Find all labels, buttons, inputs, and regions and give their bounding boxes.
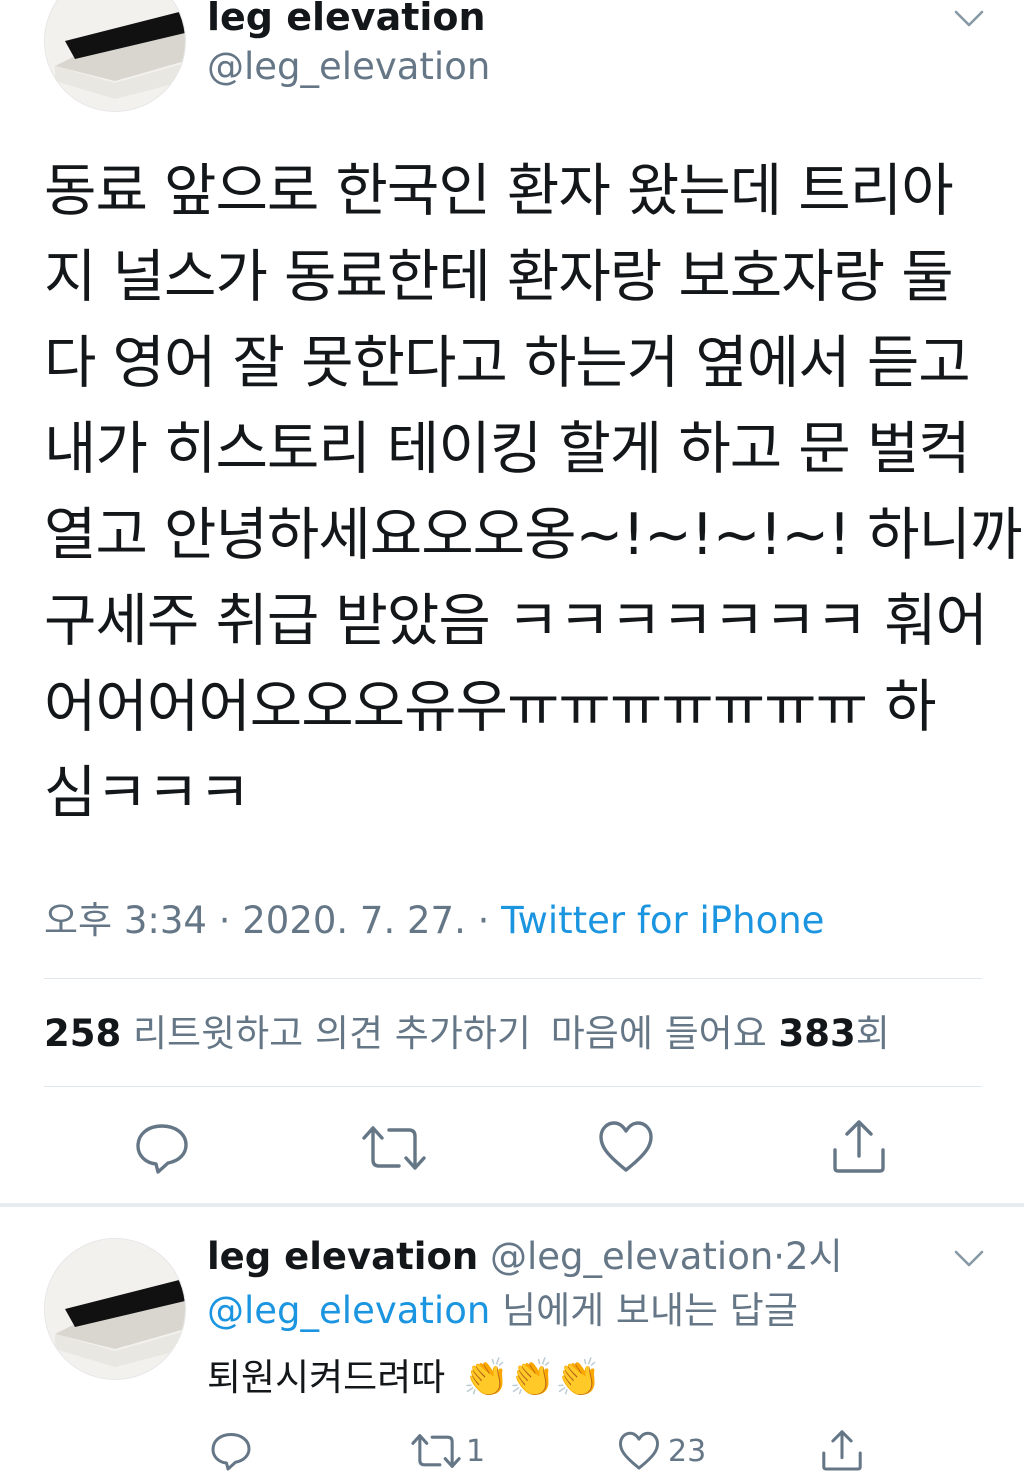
likes-suffix: 회 <box>855 1012 890 1055</box>
tweet-stats: 258 리트윗하고 의견 추가하기 마음에 들어요 383회 <box>44 1008 890 1060</box>
retweet-icon[interactable] <box>361 1122 427 1174</box>
tweet-date: 2020. 7. 27. <box>242 899 466 942</box>
replying-to-handle-link[interactable]: @leg_elevation <box>207 1289 490 1332</box>
chevron-down-icon[interactable] <box>953 1248 985 1270</box>
author-name[interactable]: leg elevation <box>207 0 486 42</box>
tweet-text-line: 다 영어 잘 못한다고 하는거 옆에서 듣고 <box>44 330 971 396</box>
tweet-source-link[interactable]: Twitter for iPhone <box>501 899 824 942</box>
retweet-icon[interactable] <box>410 1431 462 1471</box>
tweet-text-line: 열고 안녕하세요오오옹~!~!~!~! 하니까 <box>44 502 1022 568</box>
reply-author-avatar[interactable] <box>44 1238 186 1380</box>
chevron-down-icon[interactable] <box>953 8 985 30</box>
share-icon[interactable] <box>830 1118 888 1174</box>
meta-separator: · <box>218 899 231 942</box>
heart-icon[interactable] <box>598 1120 654 1174</box>
reply-icon[interactable] <box>134 1120 190 1176</box>
tweet-text-line: 어어어어오오오유우ㅠㅠㅠㅠㅠㅠㅠ 하 <box>44 674 937 740</box>
reply-icon[interactable] <box>210 1430 252 1472</box>
heart-icon[interactable] <box>618 1431 660 1471</box>
pillow-image <box>45 0 185 111</box>
reply-retweet-count: 1 <box>466 1433 486 1469</box>
likes-count[interactable]: 383 <box>779 1012 856 1055</box>
section-divider <box>0 1203 1024 1207</box>
pillow-image <box>45 1239 185 1379</box>
replying-to: @leg_elevation 님에게 보내는 답글 <box>207 1286 798 1336</box>
meta-separator: · <box>477 899 490 942</box>
tweet-text-line: 지 널스가 동료한테 환자랑 보호자랑 둘 <box>44 244 954 310</box>
tweet-text-line: 동료 앞으로 한국인 환자 왔는데 트리아 <box>44 158 954 224</box>
reply-author-name[interactable]: leg elevation <box>207 1235 478 1278</box>
tweet-time: 오후 3:34 <box>44 899 207 942</box>
retweet-count[interactable]: 258 <box>44 1012 121 1055</box>
reply-like-count: 23 <box>668 1433 707 1469</box>
tweet-text: 동료 앞으로 한국인 환자 왔는데 트리아 지 널스가 동료한테 환자랑 보호자… <box>44 148 1022 836</box>
tweet-text-line: 심ㅋㅋㅋ <box>44 760 251 826</box>
replying-to-suffix: 님에게 보내는 답글 <box>502 1289 798 1332</box>
divider <box>44 978 982 979</box>
reply-dot: · <box>773 1235 786 1278</box>
tweet-text-line: 내가 히스토리 테이킹 할게 하고 문 벌컥 <box>44 416 971 482</box>
tweet-meta: 오후 3:34 · 2020. 7. 27. · Twitter for iPh… <box>44 895 824 947</box>
likes-label[interactable]: 마음에 들어요 <box>551 1012 767 1055</box>
reply-header: leg elevation @leg_elevation·2시 <box>207 1232 843 1282</box>
reply-text-body: 퇴원시켜드려따 <box>207 1356 446 1399</box>
reply-author-handle[interactable]: @leg_elevation <box>490 1235 773 1278</box>
retweet-label[interactable]: 리트윗하고 의견 추가하기 <box>133 1012 531 1055</box>
reply-text: 퇴원시켜드려따 👏👏👏 <box>207 1352 601 1404</box>
reply-time[interactable]: 2시 <box>785 1235 843 1278</box>
divider <box>44 1086 982 1087</box>
tweet-text-line: 구세주 취급 받았음 ㅋㅋㅋㅋㅋㅋㅋ 훠어 <box>44 588 988 654</box>
author-handle[interactable]: @leg_elevation <box>207 42 490 92</box>
reply-retweet-action[interactable]: 1 <box>410 1430 485 1472</box>
reply-like-action[interactable]: 23 <box>618 1430 706 1472</box>
clapping-hands-emoji: 👏👏👏 <box>463 1356 602 1399</box>
share-icon[interactable] <box>820 1428 864 1472</box>
author-avatar[interactable] <box>44 0 186 112</box>
